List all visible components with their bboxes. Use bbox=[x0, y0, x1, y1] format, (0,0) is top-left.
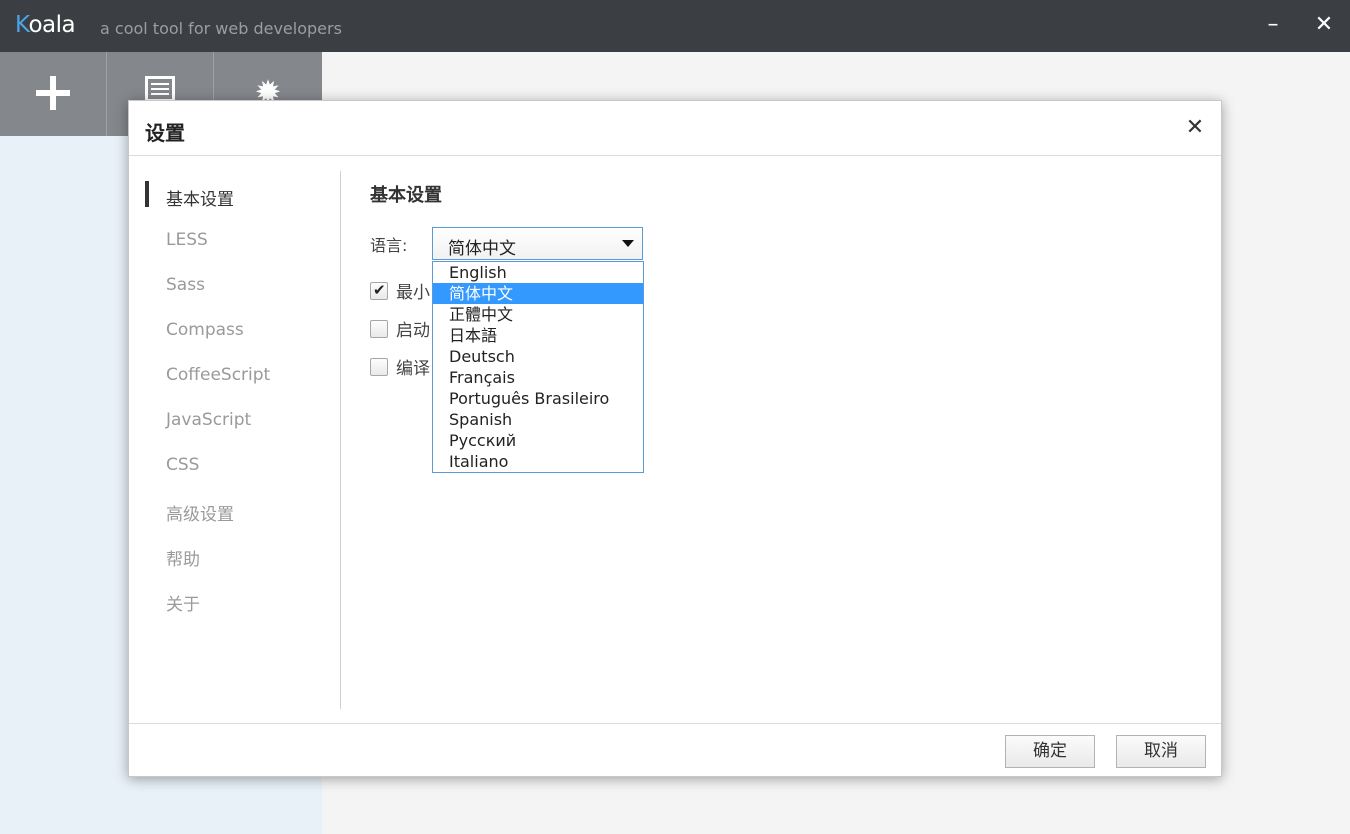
language-select[interactable]: 简体中文 bbox=[432, 227, 643, 260]
dialog-close-icon[interactable]: ✕ bbox=[1183, 116, 1207, 140]
settings-dialog: 设置 ✕ 基本设置 LESS Sass Compass CoffeeScript… bbox=[128, 100, 1222, 777]
active-nav-marker bbox=[145, 181, 149, 207]
language-option-simplified-chinese[interactable]: 简体中文 bbox=[433, 283, 643, 304]
language-option-french[interactable]: Français bbox=[433, 367, 643, 388]
chevron-down-icon bbox=[622, 240, 634, 247]
section-title: 基本设置 bbox=[370, 185, 442, 206]
cancel-button[interactable]: 取消 bbox=[1116, 735, 1206, 768]
language-option-spanish[interactable]: Spanish bbox=[433, 409, 643, 430]
minimize-button[interactable]: – bbox=[1258, 10, 1288, 40]
checkbox-compile[interactable] bbox=[370, 357, 388, 376]
language-select-value: 简体中文 bbox=[448, 239, 516, 259]
checkbox-label: 编译 bbox=[396, 359, 430, 379]
checkbox-row-startup[interactable]: 启动 bbox=[370, 316, 430, 341]
nav-item-advanced[interactable]: 高级设置 bbox=[166, 500, 234, 525]
window-close-button[interactable]: ✕ bbox=[1309, 10, 1339, 40]
checkbox-minimize[interactable] bbox=[370, 281, 388, 300]
nav-item-less[interactable]: LESS bbox=[166, 230, 208, 250]
language-label: 语言: bbox=[370, 236, 408, 255]
plus-icon bbox=[36, 76, 70, 110]
dialog-header: 设置 ✕ bbox=[129, 101, 1221, 156]
nav-item-help[interactable]: 帮助 bbox=[166, 545, 200, 570]
nav-item-compass[interactable]: Compass bbox=[166, 320, 244, 340]
dialog-title: 设置 bbox=[145, 121, 185, 145]
nav-item-basic[interactable]: 基本设置 bbox=[166, 185, 234, 210]
language-option-portuguese[interactable]: Português Brasileiro bbox=[433, 388, 643, 409]
nav-item-sass[interactable]: Sass bbox=[166, 275, 205, 295]
list-icon bbox=[145, 76, 175, 102]
language-option-japanese[interactable]: 日本語 bbox=[433, 325, 643, 346]
language-option-russian[interactable]: Русский bbox=[433, 430, 643, 451]
checkbox-startup[interactable] bbox=[370, 319, 388, 338]
language-option-traditional-chinese[interactable]: 正體中文 bbox=[433, 304, 643, 325]
nav-item-about[interactable]: 关于 bbox=[166, 590, 200, 615]
checkbox-row-compile[interactable]: 编译 bbox=[370, 354, 430, 379]
ok-button[interactable]: 确定 bbox=[1005, 735, 1095, 768]
nav-item-javascript[interactable]: JavaScript bbox=[166, 410, 251, 430]
checkbox-label: 最小 bbox=[396, 283, 430, 303]
nav-item-css[interactable]: CSS bbox=[166, 455, 199, 475]
checkbox-row-minimize[interactable]: 最小 bbox=[370, 278, 430, 303]
settings-nav: 基本设置 LESS Sass Compass CoffeeScript Java… bbox=[129, 171, 341, 709]
checkbox-label: 启动 bbox=[396, 321, 430, 341]
app-subtitle: a cool tool for web developers bbox=[100, 19, 342, 38]
language-option-german[interactable]: Deutsch bbox=[433, 346, 643, 367]
dialog-footer: 确定 取消 bbox=[129, 723, 1221, 778]
language-dropdown-list: English 简体中文 正體中文 日本語 Deutsch Français P… bbox=[432, 261, 644, 473]
language-option-english[interactable]: English bbox=[433, 262, 643, 283]
title-bar: Koala a cool tool for web developers – ✕ bbox=[0, 0, 1350, 52]
language-option-italian[interactable]: Italiano bbox=[433, 451, 643, 472]
add-project-button[interactable] bbox=[0, 52, 107, 136]
nav-item-coffeescript[interactable]: CoffeeScript bbox=[166, 365, 270, 385]
app-logo: Koala bbox=[15, 12, 76, 38]
